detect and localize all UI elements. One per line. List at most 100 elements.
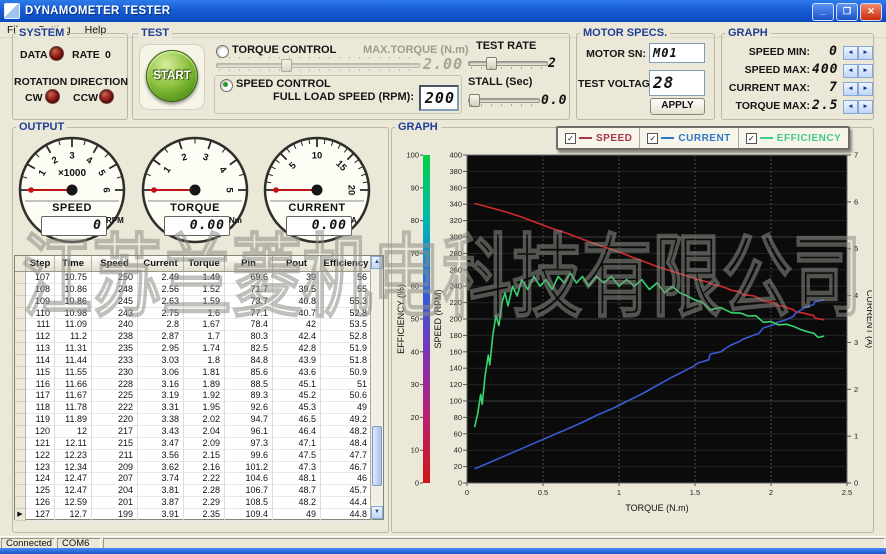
column-header-time[interactable]: Time [55, 256, 92, 271]
row-selector[interactable] [15, 284, 26, 296]
table-row[interactable]: 12512.472043.812.28106.748.745.7 [15, 485, 383, 497]
legend-item-efficiency[interactable]: ✓EFFICIENCY [738, 128, 848, 148]
row-selector[interactable] [15, 331, 26, 343]
legend-checkbox-icon[interactable]: ✓ [565, 133, 576, 144]
column-header-pin[interactable]: Pin [225, 256, 273, 271]
title-bar[interactable]: DYNAMOMETER TESTER _ ❐ ✕ [0, 0, 886, 22]
row-selector[interactable] [15, 296, 26, 308]
row-selector[interactable] [15, 438, 26, 450]
table-cell: 215 [92, 438, 138, 450]
speed-control-radio[interactable] [220, 79, 233, 92]
stall-slider[interactable] [468, 92, 540, 106]
legend-checkbox-icon[interactable]: ✓ [746, 133, 757, 144]
row-selector[interactable] [15, 272, 26, 284]
table-scrollbar[interactable]: ▲ ▼ [370, 256, 383, 519]
speed-max-spinner[interactable]: ◄ ► [843, 64, 873, 76]
svg-text:2.5: 2.5 [842, 488, 852, 497]
spin-left-icon[interactable]: ◄ [843, 100, 858, 114]
row-selector[interactable] [15, 473, 26, 485]
row-selector[interactable] [15, 402, 26, 414]
current-max-spinner[interactable]: ◄ ► [843, 82, 873, 94]
table-row[interactable]: 11711.672253.191.9289.345.250.6 [15, 390, 383, 402]
table-cell: 3.03 [138, 355, 184, 367]
table-cell: 92.6 [225, 402, 273, 414]
row-selector[interactable] [15, 367, 26, 379]
table-row[interactable]: 120122173.432.0496.146.448.2 [15, 426, 383, 438]
spin-right-icon[interactable]: ► [858, 82, 873, 96]
motor-sn-field[interactable]: M01 [649, 43, 705, 63]
table-row[interactable]: 11511.552303.061.8185.643.650.9 [15, 367, 383, 379]
row-selector[interactable] [15, 450, 26, 462]
table-row[interactable]: 11911.892203.382.0294.746.549.2 [15, 414, 383, 426]
app-icon [4, 3, 20, 19]
table-row[interactable]: 12112.112153.472.0997.347.148.4 [15, 438, 383, 450]
stall-label: STALL (Sec) [468, 76, 532, 88]
column-header-pout[interactable]: Pout [273, 256, 321, 271]
svg-text:0: 0 [465, 488, 469, 497]
current-gauge-label: CURRENT [261, 202, 373, 214]
column-header-step[interactable]: Step [26, 256, 55, 271]
svg-text:240: 240 [449, 282, 462, 291]
column-header-torque[interactable]: Torque [184, 256, 225, 271]
table-row[interactable]: 10810.862482.561.5271.739.555 [15, 284, 383, 296]
row-selector[interactable] [15, 426, 26, 438]
table-row[interactable]: 11311.312352.951.7482.542.851.9 [15, 343, 383, 355]
graph-plot: 0102030405060708090100020406080100120140… [391, 133, 872, 527]
column-header-efficiency[interactable]: Efficiency [321, 256, 372, 271]
table-cell: 112 [26, 331, 55, 343]
apply-button[interactable]: APPLY [650, 98, 705, 115]
row-selector[interactable] [15, 390, 26, 402]
table-row[interactable]: 10710.752502.491.4969.63956 [15, 272, 383, 284]
test-rate-slider[interactable] [468, 55, 548, 69]
row-selector[interactable] [15, 308, 26, 320]
speed-min-spinner[interactable]: ◄ ► [843, 46, 873, 58]
row-selector[interactable] [15, 319, 26, 331]
row-selector[interactable]: ▶ [15, 509, 26, 521]
legend-checkbox-icon[interactable]: ✓ [647, 133, 658, 144]
table-row[interactable]: 12212.232113.562.1599.647.547.7 [15, 450, 383, 462]
table-row[interactable]: 12412.472073.742.22104.648.146 [15, 473, 383, 485]
scroll-down-icon[interactable]: ▼ [371, 506, 383, 519]
row-selector[interactable] [15, 485, 26, 497]
table-row[interactable]: 11211.22382.871.780.342.452.8 [15, 331, 383, 343]
torque-max-spinner[interactable]: ◄ ► [843, 100, 873, 112]
test-voltage-field[interactable]: 28 [649, 70, 705, 96]
legend-item-speed[interactable]: ✓SPEED [558, 128, 639, 148]
close-icon[interactable]: ✕ [860, 3, 882, 21]
svg-text:0.5: 0.5 [538, 488, 548, 497]
column-header-speed[interactable]: Speed [92, 256, 138, 271]
scroll-up-icon[interactable]: ▲ [371, 256, 383, 269]
spin-left-icon[interactable]: ◄ [843, 64, 858, 78]
table-row[interactable]: ▶12712.71993.912.35109.44944.8 [15, 509, 383, 521]
table-row[interactable]: 12312.342093.622.16101.247.346.7 [15, 462, 383, 474]
row-selector[interactable] [15, 462, 26, 474]
table-row[interactable]: 11111.092402.81.6778.44253.5 [15, 319, 383, 331]
full-load-speed-field[interactable]: 200 [419, 85, 459, 111]
table-row[interactable]: 11611.662283.161.8988.545.151 [15, 379, 383, 391]
table-row[interactable]: 12612.592013.872.29108.548.244.4 [15, 497, 383, 509]
row-selector[interactable] [15, 343, 26, 355]
row-selector[interactable] [15, 497, 26, 509]
spin-right-icon[interactable]: ► [858, 64, 873, 78]
spin-left-icon[interactable]: ◄ [843, 46, 858, 60]
spin-left-icon[interactable]: ◄ [843, 82, 858, 96]
column-header-current[interactable]: Current [138, 256, 184, 271]
start-button[interactable]: START [146, 50, 198, 102]
table-cell: 2.29 [184, 497, 225, 509]
max-torque-slider[interactable] [216, 57, 420, 71]
table-row[interactable]: 11411.442333.031.884.843.951.8 [15, 355, 383, 367]
scrollbar-thumb[interactable] [372, 426, 382, 486]
table-cell: 248 [92, 284, 138, 296]
row-selector[interactable] [15, 355, 26, 367]
spin-right-icon[interactable]: ► [858, 100, 873, 114]
legend-item-current[interactable]: ✓CURRENT [639, 128, 737, 148]
svg-text:80: 80 [454, 413, 462, 422]
restore-icon[interactable]: ❐ [836, 3, 858, 21]
table-row[interactable]: 11010.982432.751.677.140.752.8 [15, 308, 383, 320]
minimize-icon[interactable]: _ [812, 3, 834, 21]
spin-right-icon[interactable]: ► [858, 46, 873, 60]
row-selector[interactable] [15, 414, 26, 426]
table-row[interactable]: 11811.782223.311.9592.645.349 [15, 402, 383, 414]
row-selector[interactable] [15, 379, 26, 391]
table-row[interactable]: 10910.862452.631.5973.740.855.3 [15, 296, 383, 308]
